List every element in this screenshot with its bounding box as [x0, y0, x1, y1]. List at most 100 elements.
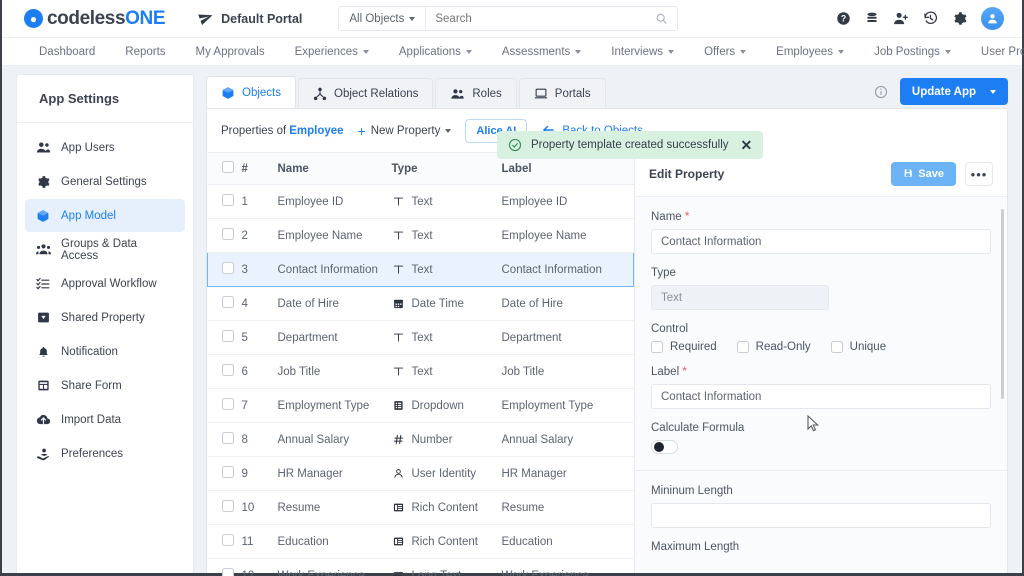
checklist-icon [35, 277, 51, 291]
row-checkbox[interactable] [221, 432, 234, 444]
object-name-link[interactable]: Employee [289, 125, 343, 137]
search-scope-dropdown[interactable]: All Objects [339, 7, 427, 30]
sidebar-item-notification[interactable]: Notification [25, 335, 185, 368]
logo-text: codelessONE [47, 7, 166, 29]
save-button[interactable]: Save [891, 162, 956, 186]
table-row[interactable]: 4 Date of Hire Date Time Date of Hire [207, 286, 634, 321]
nav-item-experiences[interactable]: Experiences [280, 38, 384, 65]
table-row[interactable]: 7 Employment Type Dropdown Employment Type [207, 388, 634, 423]
sidebar-item-preferences[interactable]: Preferences [25, 437, 185, 470]
row-checkbox[interactable] [221, 398, 234, 410]
row-checkbox[interactable] [221, 364, 234, 376]
row-checkbox[interactable] [221, 534, 234, 546]
nav-item-reports[interactable]: Reports [110, 38, 180, 65]
split-pane: # Name Type Label 1 Employee ID Text Employ… [207, 152, 1007, 576]
row-checkbox[interactable] [221, 296, 234, 308]
col-header-type[interactable]: Type [391, 152, 502, 185]
settings-gear-icon[interactable] [952, 11, 967, 26]
close-icon[interactable]: ✕ [741, 138, 753, 152]
calculate-formula-toggle[interactable] [651, 440, 678, 454]
row-checkbox[interactable] [221, 330, 234, 342]
app-logo[interactable]: ● codelessONE [24, 7, 166, 30]
search-input[interactable] [426, 12, 656, 25]
chevron-down-icon [465, 49, 472, 54]
tab-bar-actions: Update App [874, 78, 1008, 108]
row-checkbox[interactable] [221, 500, 234, 512]
nav-item-employees[interactable]: Employees [761, 38, 859, 65]
update-app-button[interactable]: Update App [899, 78, 1008, 105]
table-row[interactable]: 11 Education Rich Content Education [207, 524, 634, 559]
tab-bar: Objects Object Relations Roles Portals Upda… [206, 74, 1008, 108]
sidebar-item-share-form[interactable]: Share Form [25, 369, 185, 402]
table-row[interactable]: 12 Work Experience Long Text Work Experienc… [207, 558, 634, 576]
nav-item-interviews[interactable]: Interviews [596, 38, 689, 65]
row-checkbox[interactable] [222, 262, 234, 274]
checkbox[interactable] [651, 341, 663, 353]
help-icon[interactable]: ? [836, 11, 851, 26]
sidebar-item-shared-property[interactable]: Shared Property [25, 301, 185, 334]
table-row[interactable]: 6 Job Title Text Job Title [207, 354, 634, 389]
sidebar-item-groups-data-access[interactable]: Groups & Data Access [25, 233, 185, 266]
maximum-length-label: Maximum Length [651, 541, 740, 553]
checkbox[interactable] [736, 341, 749, 353]
checkbox[interactable] [830, 341, 843, 353]
row-checkbox[interactable] [221, 194, 234, 206]
portal-selector[interactable]: Default Portal [198, 10, 302, 28]
table-row[interactable]: 9 HR Manager User Identity HR Manager [207, 456, 634, 491]
row-checkbox[interactable] [221, 466, 234, 478]
tab-object-relations[interactable]: Object Relations [298, 78, 434, 108]
sidebar-item-label: App Users [61, 141, 115, 154]
add-user-icon[interactable] [893, 11, 909, 26]
gear-icon [35, 175, 51, 189]
col-header-num[interactable]: # [241, 152, 278, 185]
sidebar-item-label: Shared Property [61, 311, 145, 324]
table-row[interactable]: 2 Employee Name Text Employee Name [207, 218, 634, 253]
control-required[interactable]: Required [651, 341, 717, 353]
minimum-length-input[interactable] [651, 503, 991, 528]
form-scrollbar[interactable] [1001, 209, 1004, 399]
table-row[interactable]: 1 Employee ID Text Employee ID [207, 184, 634, 219]
row-label: Resume [501, 490, 634, 525]
tab-roles[interactable]: Roles [435, 78, 517, 108]
search-icon[interactable] [655, 12, 677, 25]
nav-item-dashboard[interactable]: Dashboard [24, 38, 110, 65]
info-icon[interactable] [874, 85, 888, 99]
chevron-down-icon [362, 49, 369, 54]
nav-item-assessments[interactable]: Assessments [487, 38, 596, 65]
tab-portals[interactable]: Portals [518, 78, 606, 108]
nav-item-user-profile[interactable]: User Profile [966, 38, 1024, 65]
nav-item-job-postings[interactable]: Job Postings [859, 38, 966, 65]
table-row[interactable]: 3 Contact Information Text Contact Informat… [207, 252, 634, 287]
name-input[interactable] [651, 229, 991, 254]
control-read-only[interactable]: Read-Only [736, 341, 811, 353]
database-icon[interactable] [865, 11, 879, 26]
row-select-cell [207, 456, 242, 491]
table-row[interactable]: 10 Resume Rich Content Resume [207, 490, 634, 525]
row-checkbox[interactable] [221, 568, 234, 576]
nav-item-applications[interactable]: Applications [384, 38, 487, 65]
row-number: 3 [241, 252, 278, 287]
nav-item-offers[interactable]: Offers [689, 38, 761, 65]
select-all-checkbox[interactable] [221, 161, 234, 173]
nav-item-my-approvals[interactable]: My Approvals [181, 38, 280, 65]
sidebar-item-app-users[interactable]: App Users [25, 131, 185, 164]
col-header-name[interactable]: Name [277, 152, 392, 185]
sidebar-item-app-model[interactable]: App Model [25, 199, 185, 232]
user-avatar[interactable] [981, 7, 1004, 30]
sidebar-item-general-settings[interactable]: General Settings [25, 165, 185, 198]
more-options-button[interactable]: ••• [965, 162, 993, 186]
row-checkbox[interactable] [221, 228, 234, 240]
row-select-cell [207, 558, 242, 576]
tab-objects[interactable]: Objects [206, 76, 296, 108]
new-property-button[interactable]: + New Property [358, 124, 452, 138]
table-row[interactable]: 5 Department Text Department [207, 320, 634, 355]
sidebar-item-approval-workflow[interactable]: Approval Workflow [25, 267, 185, 300]
row-number: 8 [241, 422, 278, 457]
control-unique[interactable]: Unique [830, 341, 886, 353]
row-select-cell [207, 286, 242, 321]
row-type-label: Text [411, 331, 433, 344]
sidebar-item-import-data[interactable]: Import Data [25, 403, 185, 436]
history-icon[interactable] [923, 11, 938, 26]
table-row[interactable]: 8 Annual Salary Number Annual Salary [207, 422, 634, 457]
label-input[interactable] [651, 384, 991, 409]
